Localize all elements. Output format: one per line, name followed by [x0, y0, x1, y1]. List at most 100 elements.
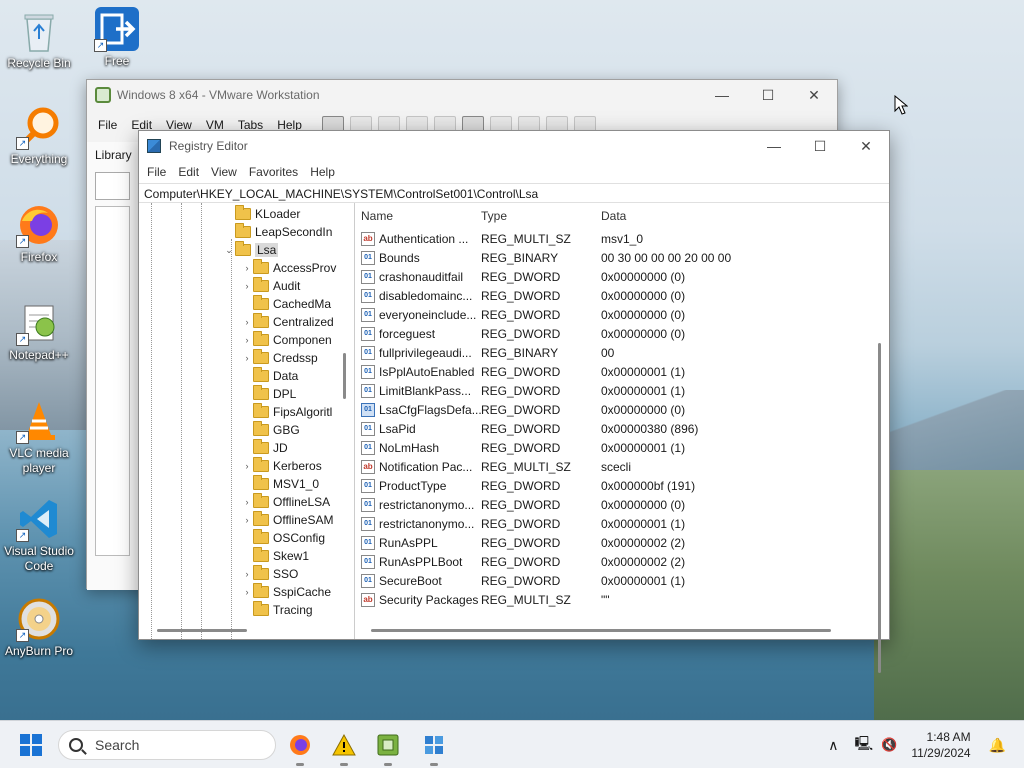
minimize-button[interactable]: — [699, 80, 745, 110]
close-button[interactable]: ✕ [843, 131, 889, 161]
desktop-icon-free[interactable]: ↗ Free [78, 6, 156, 69]
folder-icon [253, 565, 269, 580]
desktop-icon-firefox[interactable]: ↗ Firefox [0, 202, 78, 265]
tree-key-item[interactable]: › Credssp [241, 349, 318, 367]
chevron-right-icon[interactable]: › [241, 587, 253, 597]
desktop-icon-anyburn[interactable]: ↗ AnyBurn Pro [0, 596, 78, 659]
registry-editor-window[interactable]: Registry Editor — ☐ ✕ File Edit View Fav… [138, 130, 890, 673]
value-row[interactable]: 01 SecureBoot REG_DWORD 0x00000001 (1) [361, 571, 889, 590]
value-row[interactable]: 01 disabledomainc... REG_DWORD 0x00000000 (… [361, 286, 889, 305]
taskbar-search[interactable]: Search [58, 730, 276, 760]
maximize-button[interactable]: ☐ [745, 80, 791, 110]
tree-key-item[interactable]: › Componen [241, 331, 332, 349]
values-vertical-scrollbar[interactable] [878, 343, 881, 673]
taskbar-warning-app[interactable] [330, 731, 358, 766]
tree-key-item[interactable]: › Centralized [241, 313, 334, 331]
tree-key-item[interactable]: › SSO [241, 565, 298, 583]
menu-favorites[interactable]: Favorites [243, 165, 304, 179]
values-horizontal-scrollbar[interactable] [371, 629, 831, 632]
value-row[interactable]: 01 IsPplAutoEnabled REG_DWORD 0x00000001 (1… [361, 362, 889, 381]
tree-key-item[interactable]: › SspiCache [241, 583, 331, 601]
tree-key-item[interactable]: › OfflineSAM [241, 511, 333, 529]
value-row[interactable]: 01 everyoneinclude... REG_DWORD 0x00000000 … [361, 305, 889, 324]
values-pane[interactable]: Name Type Data ab Authentication ... REG_M… [355, 203, 889, 673]
taskbar-regedit[interactable] [420, 731, 448, 766]
tree-vertical-scrollbar[interactable] [343, 353, 346, 399]
tree-key-item[interactable]: KLoader [223, 205, 300, 223]
desktop-icon-recycle-bin[interactable]: Recycle Bin [0, 8, 78, 71]
tree-key-item[interactable]: JD [241, 439, 288, 457]
value-row[interactable]: 01 LimitBlankPass... REG_DWORD 0x00000001 (… [361, 381, 889, 400]
value-row[interactable]: 01 restrictanonymo... REG_DWORD 0x00000000 … [361, 495, 889, 514]
tree-key-item[interactable]: Data [241, 367, 298, 385]
chevron-right-icon[interactable]: › [241, 461, 253, 471]
value-row[interactable]: 01 LsaCfgFlagsDefa... REG_DWORD 0x00000000 … [361, 400, 889, 419]
tree-key-item[interactable]: OSConfig [241, 529, 325, 547]
value-row[interactable]: 01 fullprivilegeaudi... REG_BINARY 00 [361, 343, 889, 362]
tree-key-item[interactable]: › OfflineLSA [241, 493, 330, 511]
tree-key-item[interactable]: › Kerberos [241, 457, 322, 475]
value-row[interactable]: 01 Bounds REG_BINARY 00 30 00 00 00 20 00 0… [361, 248, 889, 267]
key-tree-pane[interactable]: KLoader LeapSecondIn ⌄ Lsa › AccessProv › Audit… [139, 203, 355, 639]
speaker-muted-icon[interactable]: 🔇 [881, 737, 897, 753]
chevron-right-icon[interactable]: › [241, 497, 253, 507]
tree-key-item[interactable]: DPL [241, 385, 296, 403]
tree-key-item[interactable]: FipsAlgoritl [241, 403, 332, 421]
tree-key-item[interactable]: MSV1_0 [241, 475, 319, 493]
maximize-button[interactable]: ☐ [797, 131, 843, 161]
taskbar-vmware[interactable] [374, 731, 402, 766]
chevron-right-icon[interactable]: › [241, 353, 253, 363]
address-bar[interactable]: Computer\HKEY_LOCAL_MACHINE\SYSTEM\Contr… [139, 183, 889, 203]
column-type-header[interactable]: Type [481, 209, 601, 223]
value-row[interactable]: 01 forceguest REG_DWORD 0x00000000 (0) [361, 324, 889, 343]
value-type-cell: REG_DWORD [481, 440, 561, 455]
tree-key-item[interactable]: Skew1 [241, 547, 309, 565]
value-row[interactable]: ab Security Packages REG_MULTI_SZ "" [361, 590, 889, 609]
desktop-icon-vlc[interactable]: ↗ VLC media player [0, 398, 78, 476]
tree-key-item[interactable]: › AccessProv [241, 259, 336, 277]
tree-key-item[interactable]: Tracing [241, 601, 313, 619]
desktop-icon-everything[interactable]: ↗ Everything [0, 104, 78, 167]
column-name-header[interactable]: Name [361, 209, 481, 223]
tree-key-item[interactable]: › Audit [241, 277, 300, 295]
chevron-up-icon[interactable]: ∧ [828, 737, 838, 754]
library-search-input[interactable] [95, 172, 130, 200]
menu-help[interactable]: Help [304, 165, 341, 179]
tree-key-item[interactable]: CachedMa [241, 295, 331, 313]
notification-bell-icon[interactable]: 🔔 [989, 737, 1006, 754]
minimize-button[interactable]: — [751, 131, 797, 161]
value-row[interactable]: ab Notification Pac... REG_MULTI_SZ scecli [361, 457, 889, 476]
menu-file[interactable]: File [91, 118, 124, 132]
close-button[interactable]: ✕ [791, 80, 837, 110]
chevron-right-icon[interactable]: › [241, 317, 253, 327]
value-row[interactable]: 01 ProductType REG_DWORD 0x000000bf (191) [361, 476, 889, 495]
chevron-right-icon[interactable]: › [241, 281, 253, 291]
tree-key-item[interactable]: ⌄ Lsa [223, 241, 279, 259]
value-row[interactable]: 01 crashonauditfail REG_DWORD 0x00000000 (0… [361, 267, 889, 286]
chevron-right-icon[interactable]: › [241, 263, 253, 273]
desktop-icon-vscode[interactable]: ↗ Visual Studio Code [0, 496, 78, 574]
chevron-down-icon[interactable]: ⌄ [223, 245, 235, 256]
chevron-right-icon[interactable]: › [241, 335, 253, 345]
tree-horizontal-scrollbar[interactable] [157, 629, 247, 632]
start-button[interactable] [20, 734, 42, 756]
value-row[interactable]: 01 NoLmHash REG_DWORD 0x00000001 (1) [361, 438, 889, 457]
menu-view[interactable]: View [205, 165, 243, 179]
value-row[interactable]: ab Authentication ... REG_MULTI_SZ msv1_0 [361, 229, 889, 248]
network-icon[interactable]: 🖳 [855, 733, 874, 757]
tree-key-item[interactable]: LeapSecondIn [223, 223, 332, 241]
chevron-right-icon[interactable]: › [241, 569, 253, 579]
tree-key-item[interactable]: GBG [241, 421, 300, 439]
taskbar-firefox[interactable] [286, 731, 314, 766]
library-tree[interactable] [95, 206, 130, 556]
value-row[interactable]: 01 RunAsPPLBoot REG_DWORD 0x00000002 (2) [361, 552, 889, 571]
menu-file[interactable]: File [141, 165, 172, 179]
menu-edit[interactable]: Edit [172, 165, 205, 179]
clock[interactable]: 1:48 AM 11/29/2024 [911, 729, 970, 761]
value-row[interactable]: 01 restrictanonymo... REG_DWORD 0x00000001 … [361, 514, 889, 533]
value-row[interactable]: 01 LsaPid REG_DWORD 0x00000380 (896) [361, 419, 889, 438]
desktop-icon-notepadpp[interactable]: ↗ Notepad++ [0, 300, 78, 363]
column-data-header[interactable]: Data [601, 209, 861, 223]
value-row[interactable]: 01 RunAsPPL REG_DWORD 0x00000002 (2) [361, 533, 889, 552]
chevron-right-icon[interactable]: › [241, 515, 253, 525]
